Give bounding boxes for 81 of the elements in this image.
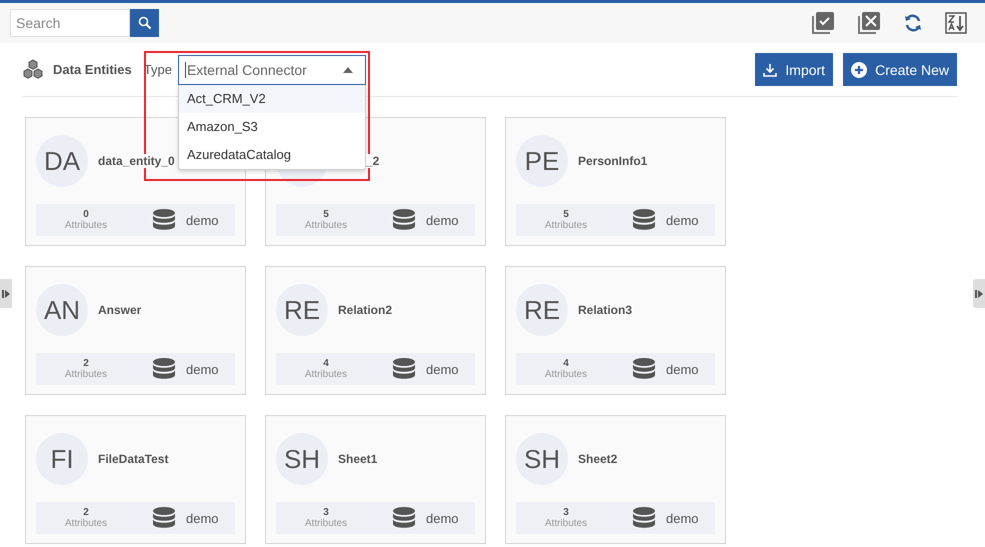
expand-icon xyxy=(975,288,983,298)
attribute-count: 2 xyxy=(83,507,89,518)
database-icon xyxy=(152,507,176,529)
avatar-initials: SH xyxy=(276,433,328,485)
search-button[interactable] xyxy=(130,9,159,37)
database-icon xyxy=(152,209,176,231)
entity-name: Answer xyxy=(98,303,142,317)
import-button[interactable]: Import xyxy=(755,53,834,86)
create-new-button[interactable]: Create New xyxy=(843,53,957,86)
entity-card[interactable]: SH Sheet2 3 Attributes demo xyxy=(505,415,726,544)
database-icon xyxy=(392,507,416,529)
entity-name: _2 xyxy=(366,154,380,168)
avatar-initials: RE xyxy=(516,284,568,336)
entity-name: Sheet2 xyxy=(578,452,618,466)
database-icon xyxy=(632,507,656,529)
database-icon xyxy=(632,209,656,231)
attributes-label: Attributes xyxy=(64,518,108,529)
type-label: Type xyxy=(144,62,172,77)
attribute-count: 5 xyxy=(563,209,569,220)
page-title: Data Entities xyxy=(53,62,132,77)
database-icon xyxy=(392,209,416,231)
attribute-count: 3 xyxy=(323,507,329,518)
expand-icon xyxy=(2,288,10,298)
database-icon xyxy=(632,358,656,380)
entity-card[interactable]: SH Sheet1 3 Attributes demo xyxy=(265,415,486,544)
panel-handle[interactable] xyxy=(0,279,12,308)
source-name: demo xyxy=(186,510,219,526)
entity-card[interactable]: AN Answer 2 Attributes demo xyxy=(25,266,246,395)
attributes-label: Attributes xyxy=(544,369,588,380)
entity-name: Sheet1 xyxy=(338,452,378,466)
refresh-icon[interactable] xyxy=(903,13,923,33)
entity-name: Relation2 xyxy=(338,303,392,317)
entity-name: data_entity_0 xyxy=(98,154,175,168)
entity-name: PersonInfo1 xyxy=(578,154,648,168)
source-name: demo xyxy=(186,212,219,228)
source-name: demo xyxy=(426,362,459,376)
attribute-count: 5 xyxy=(323,209,329,220)
panel-handle[interactable] xyxy=(973,279,985,308)
search-icon xyxy=(138,16,152,30)
caret-icon xyxy=(342,66,353,72)
attributes-label: Attributes xyxy=(304,369,348,380)
entity-card[interactable]: FI FileDataTest 2 Attributes demo xyxy=(25,415,246,544)
source-name: demo xyxy=(666,212,699,228)
entity-name: FileDataTest xyxy=(98,452,168,466)
source-name: demo xyxy=(666,510,699,526)
source-name: demo xyxy=(426,212,459,228)
avatar-initials: RE xyxy=(276,284,328,336)
attributes-label: Attributes xyxy=(304,220,348,231)
plus-circle-icon xyxy=(851,62,868,78)
attributes-label: Attributes xyxy=(544,220,588,231)
avatar-initials: AN xyxy=(36,284,88,336)
avatar-initials: PE xyxy=(516,135,568,187)
type-select[interactable]: External Connector xyxy=(178,54,366,84)
attribute-count: 4 xyxy=(563,358,569,369)
search-field[interactable]: Search xyxy=(10,9,130,37)
entity-card[interactable]: RE Relation3 4 Attributes demo xyxy=(505,266,726,395)
deselect-all-icon[interactable] xyxy=(857,11,881,35)
sort-icon[interactable] xyxy=(945,12,967,34)
source-name: demo xyxy=(426,510,459,526)
attributes-label: Attributes xyxy=(304,518,348,529)
attributes-label: Attributes xyxy=(64,369,108,380)
attribute-count: 4 xyxy=(323,358,329,369)
database-icon xyxy=(392,358,416,380)
download-icon xyxy=(763,62,778,76)
avatar-initials: SH xyxy=(516,433,568,485)
avatar-initials: DA xyxy=(36,135,88,187)
attribute-count: 3 xyxy=(563,507,569,518)
attributes-label: Attributes xyxy=(64,220,108,231)
attributes-label: Attributes xyxy=(544,518,588,529)
attribute-count: 0 xyxy=(83,209,89,220)
dropdown-option[interactable]: Act_CRM_V2 xyxy=(178,84,365,112)
source-name: demo xyxy=(666,362,699,376)
avatar-initials: FI xyxy=(36,433,88,485)
source-name: demo xyxy=(186,362,219,376)
attribute-count: 2 xyxy=(83,358,89,369)
entity-name: Relation3 xyxy=(578,303,632,317)
select-all-icon[interactable] xyxy=(811,11,835,35)
database-icon xyxy=(152,358,176,380)
entity-card[interactable]: PE PersonInfo1 5 Attributes demo xyxy=(505,117,726,246)
entity-card[interactable]: RE Relation2 4 Attributes demo xyxy=(265,266,486,395)
hexagons-icon xyxy=(22,58,44,80)
